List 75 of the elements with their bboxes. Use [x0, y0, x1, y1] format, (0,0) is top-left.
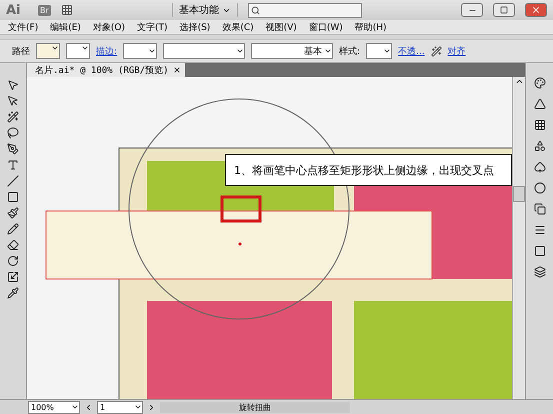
caret-icon	[81, 44, 89, 52]
selection-label: 路径	[12, 46, 30, 58]
align-link[interactable]: 对齐	[448, 44, 466, 58]
menu-item[interactable]: 文字(T)	[133, 20, 176, 34]
layout-icon[interactable]	[60, 4, 73, 16]
spade-icon[interactable]	[534, 161, 546, 173]
minimize-button[interactable]	[461, 3, 483, 17]
circle-icon[interactable]	[534, 182, 546, 194]
caret-icon	[236, 47, 244, 55]
magic-wand-icon[interactable]	[7, 111, 19, 123]
direct-selection-icon[interactable]	[7, 95, 19, 107]
page-field[interactable]: 1	[97, 400, 143, 414]
stroke-swatch[interactable]	[66, 43, 90, 59]
scroll-up-icon[interactable]	[514, 77, 524, 86]
caret-icon	[383, 47, 392, 55]
menu-item[interactable]: 文件(F)	[4, 20, 46, 34]
grid-icon[interactable]	[534, 119, 546, 131]
scrollbar-thumb[interactable]	[513, 186, 525, 202]
previous-icon[interactable]	[84, 402, 93, 412]
document-tab[interactable]: 名片.ai* @ 100% (RGB/预览)	[27, 63, 185, 77]
brush-dropdown[interactable]: 基本	[251, 43, 334, 59]
maximize-icon	[500, 6, 508, 14]
shapes-icon[interactable]	[534, 140, 546, 152]
palette-icon[interactable]	[534, 77, 546, 89]
layers-icon[interactable]	[534, 266, 546, 278]
eyedropper-icon[interactable]	[7, 287, 19, 299]
stroke-weight-field[interactable]	[123, 43, 158, 59]
rectangle-tool-icon[interactable]	[7, 191, 19, 203]
style-dropdown[interactable]	[366, 43, 392, 59]
zoom-field[interactable]: 100%	[28, 400, 80, 414]
menu-item[interactable]: 编辑(E)	[46, 20, 89, 34]
wand-icon[interactable]	[430, 46, 442, 56]
status-text: 旋转扭曲	[160, 402, 350, 412]
caret-icon	[51, 44, 59, 52]
menu-item[interactable]: 视图(V)	[262, 20, 305, 34]
caret-icon	[134, 403, 142, 411]
center-point	[238, 242, 242, 246]
eraser-icon[interactable]	[7, 239, 19, 251]
fill-swatch[interactable]	[36, 43, 60, 59]
stroke-link[interactable]: 描边:	[96, 44, 118, 58]
menu-item[interactable]: 效果(C)	[218, 20, 262, 34]
style-label: 样式:	[339, 46, 360, 58]
search-icon	[250, 6, 260, 14]
opacity-link[interactable]: 不透...	[398, 44, 425, 58]
lasso-icon[interactable]	[7, 127, 19, 139]
caret-icon	[148, 47, 156, 55]
close-button[interactable]	[525, 3, 547, 17]
caret-icon	[71, 403, 79, 411]
line-tool-icon[interactable]	[7, 175, 19, 187]
type-tool-icon[interactable]	[7, 159, 19, 171]
app-logo: Ai	[6, 2, 22, 18]
callout-text: 1、将画笔中心点移至矩形形状上侧边缘，出现交叉点	[225, 154, 512, 186]
menu-item[interactable]: 对象(O)	[88, 20, 134, 34]
menu-item[interactable]: 窗口(W)	[304, 20, 351, 34]
maximize-button[interactable]	[493, 3, 515, 17]
bridge-button[interactable]: Br	[38, 4, 51, 16]
pencil-icon[interactable]	[7, 223, 19, 235]
menu-item[interactable]: 帮助(H)	[350, 20, 395, 34]
square-icon[interactable]	[534, 245, 546, 257]
selection-arrow-icon[interactable]	[7, 79, 19, 91]
rotate-icon[interactable]	[7, 255, 19, 267]
variable-width-dropdown[interactable]	[163, 43, 246, 59]
pen-tool-icon[interactable]	[7, 143, 19, 155]
scale-icon[interactable]	[7, 271, 19, 283]
highlight-frame	[220, 196, 262, 222]
caret-icon	[324, 47, 332, 55]
next-icon[interactable]	[147, 402, 156, 412]
copy-icon[interactable]	[534, 203, 546, 215]
workspace-switcher[interactable]: 基本功能	[172, 3, 238, 17]
search-field[interactable]	[248, 2, 362, 18]
close-icon	[531, 5, 541, 15]
paintbrush-icon[interactable]	[7, 207, 19, 219]
lines-icon[interactable]	[534, 224, 546, 236]
close-icon[interactable]	[172, 66, 181, 74]
menu-item[interactable]: 选择(S)	[176, 20, 218, 34]
